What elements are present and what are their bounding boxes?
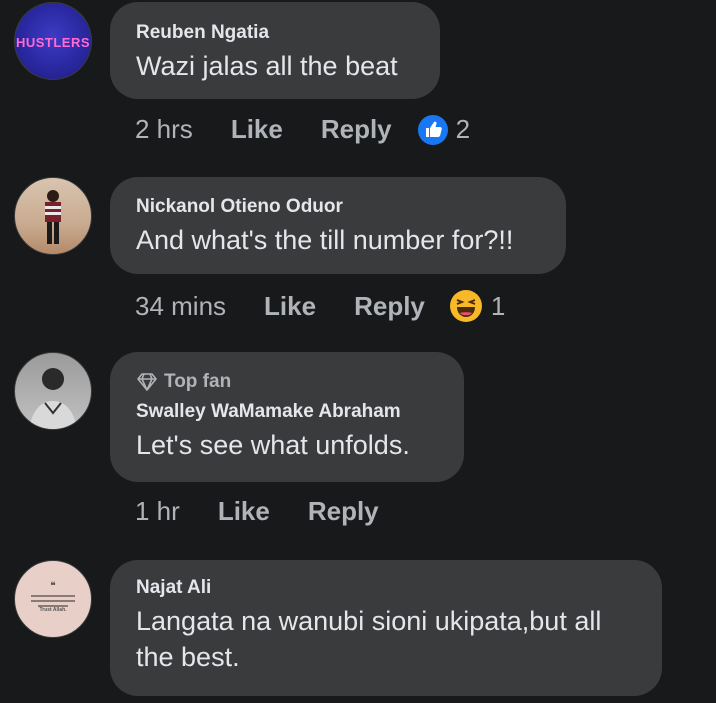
avatar[interactable]: [14, 352, 92, 430]
avatar[interactable]: [14, 177, 92, 255]
comment-actions: 1 hr Like Reply: [135, 496, 379, 527]
comment-time[interactable]: 2 hrs: [135, 114, 193, 145]
reaction-count: 1: [490, 290, 506, 321]
comment-time[interactable]: 34 mins: [135, 291, 226, 322]
comment-author[interactable]: Najat Ali: [136, 577, 636, 599]
comment-text-line: Langata na wanubi sioni ukipata,but all: [136, 606, 602, 636]
avatar-quote-lines: [31, 595, 75, 607]
comment-author[interactable]: Nickanol Otieno Oduor: [136, 196, 540, 218]
comment-text: Let's see what unfolds.: [136, 430, 410, 460]
avatar[interactable]: HUSTLERS: [14, 2, 92, 80]
reaction-summary[interactable]: 2: [417, 114, 471, 145]
like-icon: [417, 114, 448, 145]
diamond-icon: [136, 373, 158, 391]
comment-time[interactable]: 1 hr: [135, 496, 180, 527]
person-photo: [45, 190, 61, 244]
comment-text: Wazi jalas all the beat: [136, 51, 398, 81]
comment-actions: 2 hrs Like Reply 2: [135, 114, 470, 145]
comment-author[interactable]: Reuben Ngatia: [136, 22, 414, 44]
comment-text-line: the best.: [136, 642, 240, 672]
comment-bubble[interactable]: Reuben Ngatia Wazi jalas all the beat: [110, 2, 440, 99]
comment-bubble[interactable]: Top fan Swalley WaMamake Abraham Let's s…: [110, 352, 464, 482]
comment-author[interactable]: Swalley WaMamake Abraham: [136, 401, 438, 423]
top-fan-badge: Top fan: [136, 371, 438, 393]
like-button[interactable]: Like: [218, 496, 270, 527]
comment-bubble[interactable]: Nickanol Otieno Oduor And what's the til…: [110, 177, 566, 274]
comment-bubble[interactable]: Najat Ali Langata na wanubi sioni ukipat…: [110, 560, 662, 696]
like-button[interactable]: Like: [231, 114, 283, 145]
person-photo: [29, 368, 77, 429]
reply-button[interactable]: Reply: [321, 114, 392, 145]
comment-text: Langata na wanubi sioni ukipata,but all …: [136, 603, 636, 675]
like-button[interactable]: Like: [264, 291, 316, 322]
avatar[interactable]: ❝ Trust Allah.: [14, 560, 92, 638]
avatar-caption: Trust Allah.: [39, 607, 67, 613]
reaction-count: 2: [455, 114, 471, 144]
comment-actions: 34 mins Like Reply 1: [135, 289, 505, 323]
reaction-summary[interactable]: 1: [449, 289, 505, 323]
avatar-label: HUSTLERS: [15, 35, 91, 50]
quote-icon: ❝: [50, 581, 56, 592]
haha-icon: [449, 289, 483, 323]
badge-label: Top fan: [164, 371, 232, 392]
reply-button[interactable]: Reply: [308, 496, 379, 527]
reply-button[interactable]: Reply: [354, 291, 425, 322]
comment-text: And what's the till number for?!!: [136, 225, 514, 255]
